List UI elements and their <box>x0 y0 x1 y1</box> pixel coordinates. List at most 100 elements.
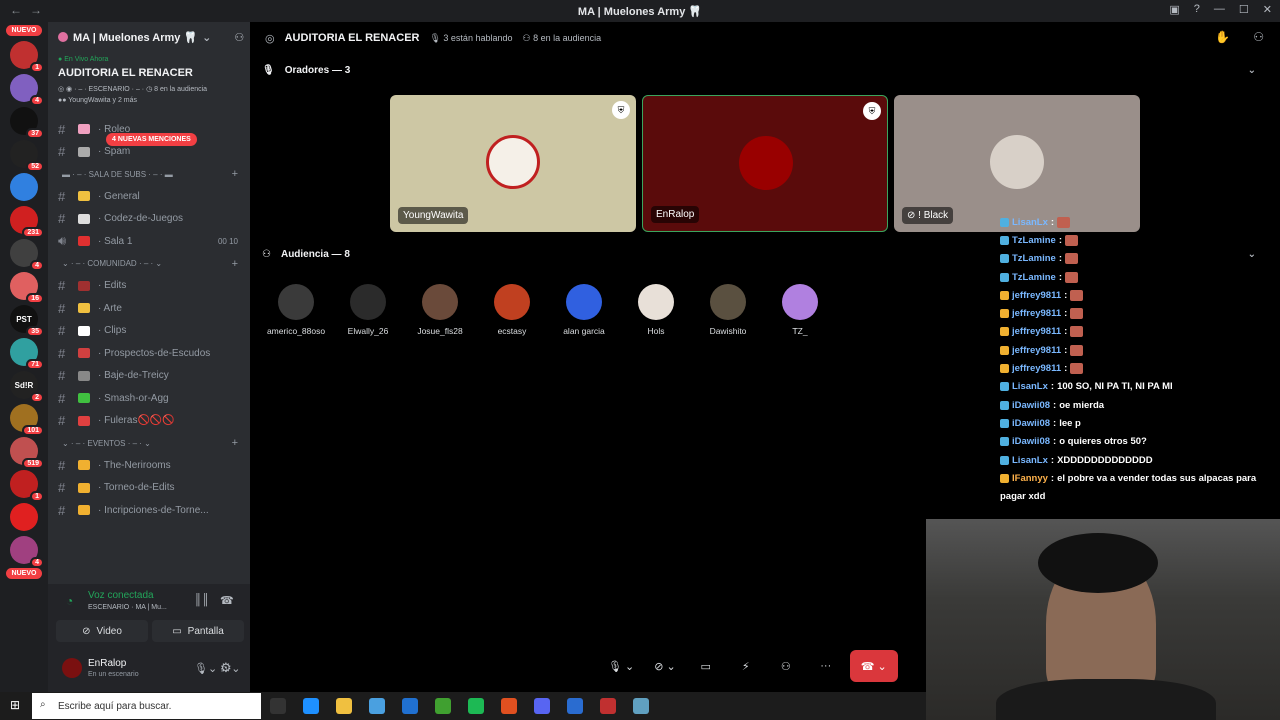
soundboard-icon[interactable]: ║║ <box>194 594 210 606</box>
channel-eventos[interactable]: # · The-Nerirooms <box>48 454 250 477</box>
taskbar-app-icon[interactable] <box>468 698 484 714</box>
audience-member[interactable]: Hols <box>620 284 692 336</box>
server-icon[interactable]: 231 <box>10 206 44 238</box>
taskbar-app-icon[interactable] <box>303 698 319 714</box>
audience-member[interactable]: Josue_fls28 <box>404 284 476 336</box>
speaker-tile[interactable]: ⛨ YoungWawita <box>390 95 636 232</box>
server-icon[interactable]: 4 <box>10 239 44 271</box>
audience-member[interactable]: ecstasy <box>476 284 548 336</box>
camera-toggle-button[interactable]: ⊘ ⌄ <box>648 650 682 682</box>
category-eventos[interactable]: ⌄ · – · EVENTOS · – · ⌄ + <box>48 432 250 454</box>
server-icon[interactable] <box>10 503 38 531</box>
channel-comunidad[interactable]: # · Baje-de-Treicy <box>48 365 250 388</box>
server-icon[interactable]: 101 <box>10 404 44 436</box>
settings-icon[interactable]: ⚙ <box>220 660 232 676</box>
taskbar-app-icon[interactable] <box>501 698 517 714</box>
server-icon[interactable]: PST 35 <box>10 305 44 337</box>
taskbar-search[interactable]: ⌕ Escribe aquí para buscar. <box>32 693 261 719</box>
activity-button[interactable]: ⚡ <box>730 650 762 682</box>
username[interactable]: EnRalop <box>88 658 126 669</box>
channel-subs[interactable]: # · General <box>48 185 250 208</box>
avatar <box>422 284 458 320</box>
window-title: MA | Muelones Army 🦷 <box>577 6 703 18</box>
more-options-button[interactable]: ··· <box>810 650 842 682</box>
channel-subs[interactable]: # · Codez-de-Juegos <box>48 208 250 231</box>
server-icon[interactable]: 4 <box>10 74 44 106</box>
new-mentions-badge[interactable]: 4 NUEVAS MENCIONES <box>106 133 197 146</box>
taskbar-app-icon[interactable] <box>633 698 649 714</box>
screen-share-button[interactable]: ▭ Pantalla <box>152 620 244 642</box>
taskbar-app-icon[interactable] <box>402 698 418 714</box>
server-icon[interactable]: 4 <box>10 536 44 568</box>
live-stage-card[interactable]: ● En Vivo Ahora AUDITORIA EL RENACER ◎ ◉… <box>48 52 250 108</box>
audience-member[interactable]: alan garcia <box>548 284 620 336</box>
channel-comunidad[interactable]: # · Edits <box>48 275 250 298</box>
audience-member[interactable]: americo_88oso <box>260 284 332 336</box>
channel-comunidad[interactable]: # · Clips <box>48 320 250 343</box>
server-icon[interactable]: Sd!R 2 <box>10 371 44 403</box>
taskbar-app-icon[interactable] <box>369 698 385 714</box>
maximize-icon[interactable]: ☐ <box>1239 3 1249 16</box>
chevron-down-icon[interactable]: ⌄ <box>1248 65 1256 76</box>
audience-member[interactable]: Elwally_26 <box>332 284 404 336</box>
server-icon[interactable] <box>10 173 38 201</box>
chat-badge-icon <box>1000 327 1009 337</box>
channel-comunidad[interactable]: # · Fuleras🚫🚫🚫 <box>48 410 250 433</box>
mic-toggle-button[interactable]: 🎙︎ ⌄ <box>602 650 640 682</box>
category-label: ⌄ · – · COMUNIDAD · – · ⌄ <box>62 259 163 268</box>
add-channel-icon[interactable]: + <box>232 168 238 180</box>
category-label: ⌄ · – · EVENTOS · – · ⌄ <box>62 438 151 448</box>
channel-comunidad[interactable]: # · Prospectos-de-Escudos <box>48 342 250 365</box>
server-icon[interactable]: 1 <box>10 41 44 73</box>
channel-label: · Edits <box>98 280 127 292</box>
camera-off-icon: ⊘ <box>82 625 91 637</box>
avatar[interactable] <box>62 658 82 678</box>
add-channel-icon[interactable]: + <box>232 437 238 449</box>
taskbar-app-icon[interactable] <box>270 698 286 714</box>
server-icon[interactable]: 37 <box>10 107 44 139</box>
share-screen-button[interactable]: ▭ <box>690 650 722 682</box>
audience-member[interactable]: Dawishito <box>692 284 764 336</box>
move-to-audience-button[interactable]: ⚇ <box>770 650 802 682</box>
server-header[interactable]: MA | Muelones Army 🦷 ⌄ ⚇ <box>48 22 250 52</box>
server-icon[interactable]: 1 <box>10 470 44 502</box>
add-member-icon[interactable]: ⚇ <box>234 31 244 44</box>
channel-comunidad[interactable]: # · Arte <box>48 297 250 320</box>
minimize-icon[interactable]: — <box>1214 3 1225 16</box>
speaker-tile[interactable]: ⛨ EnRalop <box>642 95 888 232</box>
chat-badge-icon <box>1000 309 1009 319</box>
chat-badge-icon <box>1000 418 1009 428</box>
channel-comunidad[interactable]: # · Smash-or-Agg <box>48 387 250 410</box>
leave-stage-button[interactable]: ☎ ⌄ <box>849 650 898 682</box>
speaker-tile[interactable]: ⊘ ! Black <box>894 95 1140 232</box>
taskbar-app-icon[interactable] <box>600 698 616 714</box>
channel-subs[interactable]: 🔊︎ · Sala 1 00 10 <box>48 230 250 253</box>
taskbar-app-icon[interactable] <box>534 698 550 714</box>
server-icon[interactable]: 519 <box>10 437 44 469</box>
add-channel-icon[interactable]: + <box>232 258 238 270</box>
taskbar-app-icon[interactable] <box>567 698 583 714</box>
channel-eventos[interactable]: # · Torneo-de-Edits <box>48 477 250 500</box>
video-button[interactable]: ⊘ Video <box>56 620 148 642</box>
category-comunidad[interactable]: ⌄ · – · COMUNIDAD · – · ⌄ + <box>48 253 250 275</box>
close-icon[interactable]: ✕ <box>1263 3 1272 16</box>
category-sala-de-subs[interactable]: ▬ · – · SALA DE SUBS · – · ▬ + <box>48 163 250 185</box>
disconnect-icon[interactable]: ☎ <box>220 594 234 607</box>
chat-username: TzLamine <box>1012 253 1056 265</box>
taskbar-app-icon[interactable] <box>435 698 451 714</box>
help-icon[interactable]: ? <box>1194 3 1200 16</box>
inbox-icon[interactable]: ▣ <box>1169 3 1179 16</box>
server-icon[interactable]: 16 <box>10 272 44 304</box>
live-label: ● En Vivo Ahora <box>58 56 109 63</box>
mic-icon[interactable]: 🎙︎ <box>194 662 208 675</box>
windows-start-icon[interactable]: ⊞ <box>10 698 20 712</box>
voice-connected-label[interactable]: Voz conectada <box>88 590 154 601</box>
server-icon[interactable]: 71 <box>10 338 44 370</box>
channel-eventos[interactable]: # · Incripciones-de-Torne... <box>48 499 250 522</box>
server-icon[interactable]: 52 <box>10 140 44 172</box>
raise-hand-icon[interactable]: ✋ <box>1215 30 1230 44</box>
speakers-header[interactable]: 🎙︎ Oradores — 3 ⌄ <box>262 60 1268 80</box>
members-icon[interactable]: ⚇ <box>1253 30 1264 44</box>
audience-member[interactable]: ꓔZ_ <box>764 284 836 337</box>
taskbar-app-icon[interactable] <box>336 698 352 714</box>
